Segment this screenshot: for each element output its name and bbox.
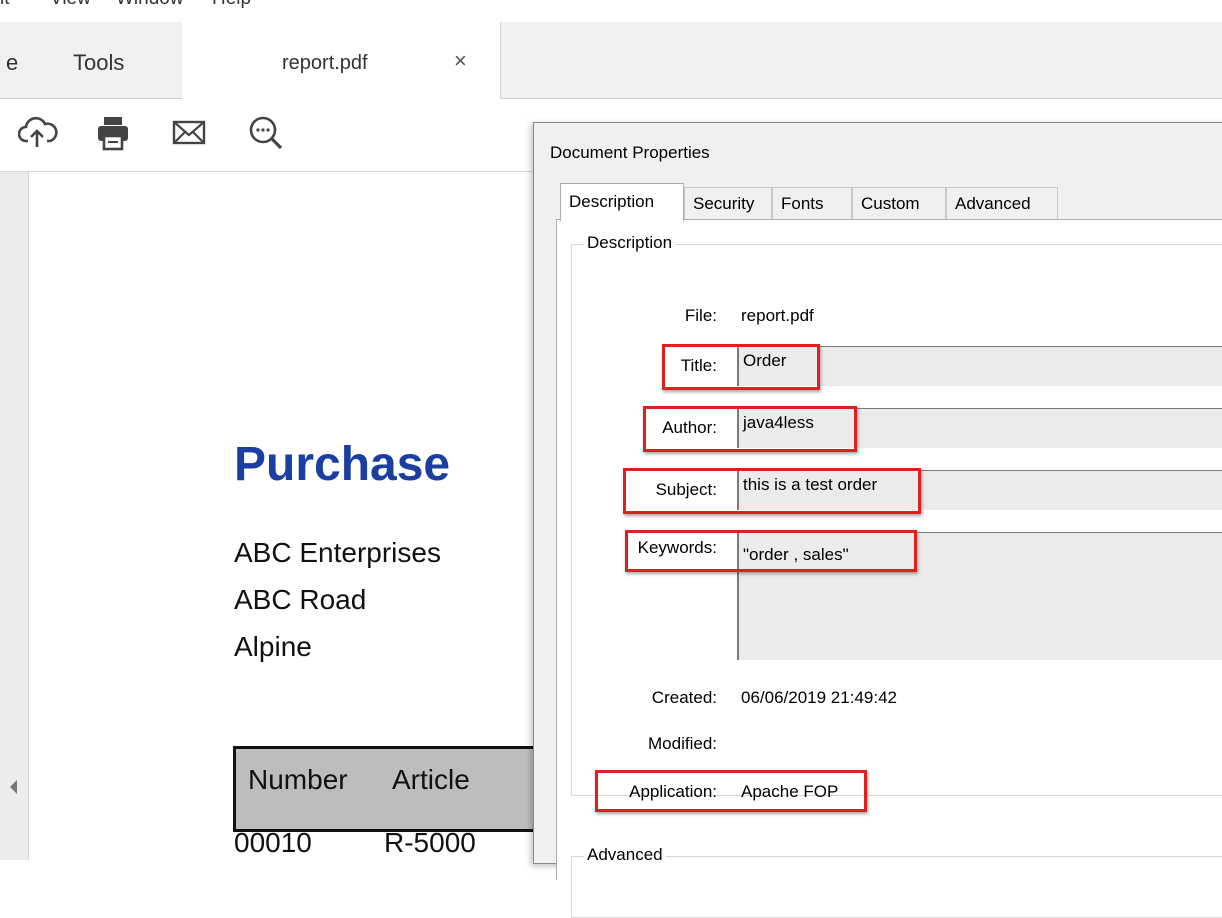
tab-security-label: Security	[693, 194, 755, 213]
table-header-article: Article	[392, 764, 470, 795]
author-highlight-box	[643, 406, 857, 452]
created-label: Created:	[651, 688, 717, 707]
address-line-3: Alpine	[234, 631, 312, 662]
file-label: File:	[684, 306, 717, 325]
menu-edit[interactable]: it	[0, 0, 10, 10]
tab-fonts[interactable]: Fonts	[772, 187, 852, 219]
tab-advanced[interactable]: Advanced	[946, 187, 1058, 219]
address-line-1: ABC Enterprises	[234, 537, 441, 568]
close-tab-icon[interactable]: ×	[454, 48, 467, 74]
tab-document-label: report.pdf	[282, 52, 368, 74]
cloud-upload-icon[interactable]	[18, 113, 58, 153]
tab-security[interactable]: Security	[684, 187, 772, 219]
tab-description[interactable]: Description	[560, 183, 684, 221]
description-group	[571, 244, 1222, 796]
document-page: Purchase ABC Enterprises ABC Road Alpine…	[29, 172, 579, 860]
print-icon[interactable]	[94, 113, 134, 153]
zoom-icon[interactable]	[246, 113, 286, 153]
document-properties-dialog: Document Properties Description Security…	[533, 122, 1222, 918]
advanced-group	[571, 856, 1222, 918]
document-table-header: Number Article	[233, 746, 579, 832]
tab-home[interactable]: e	[0, 22, 40, 98]
tab-tools-label: Tools	[73, 50, 125, 75]
left-panel-rail[interactable]	[0, 172, 29, 860]
tab-tools[interactable]: Tools	[40, 22, 183, 98]
email-icon[interactable]	[170, 113, 210, 153]
menu-view[interactable]: View	[50, 0, 91, 10]
advanced-group-label: Advanced	[584, 845, 666, 865]
dialog-title: Document Properties	[550, 143, 710, 162]
tab-fonts-label: Fonts	[781, 194, 824, 213]
tab-strip: e Tools report.pdf ×	[0, 22, 1222, 99]
table-header-number: Number	[248, 764, 348, 795]
tab-custom-label: Custom	[861, 194, 920, 213]
tab-advanced-label: Advanced	[955, 194, 1031, 213]
document-heading: Purchase	[234, 438, 451, 491]
description-group-label: Description	[584, 233, 676, 253]
created-value: 06/06/2019 21:49:42	[741, 688, 897, 707]
table-cell-number: 00010	[234, 827, 312, 858]
modified-label: Modified:	[648, 734, 717, 753]
tab-description-label: Description	[569, 192, 655, 211]
menu-help[interactable]: Help	[212, 0, 251, 10]
keywords-highlight-box	[625, 530, 917, 572]
table-cell-article: R-5000	[384, 827, 476, 858]
tab-home-label: e	[6, 50, 19, 75]
tab-document[interactable]: report.pdf ×	[182, 22, 501, 99]
address-line-2: ABC Road	[234, 584, 367, 615]
application-highlight-box	[595, 770, 867, 812]
menu-window[interactable]: Window	[116, 0, 184, 10]
expand-panel-arrow-icon[interactable]	[10, 780, 17, 794]
file-value: report.pdf	[741, 306, 814, 325]
title-highlight-box	[662, 344, 820, 390]
description-tab-panel: Description File: report.pdf Title: Orde…	[556, 219, 1222, 918]
tab-custom[interactable]: Custom	[852, 187, 946, 219]
subject-highlight-box	[623, 468, 921, 514]
menu-bar: it View Window Help	[0, 0, 1222, 22]
